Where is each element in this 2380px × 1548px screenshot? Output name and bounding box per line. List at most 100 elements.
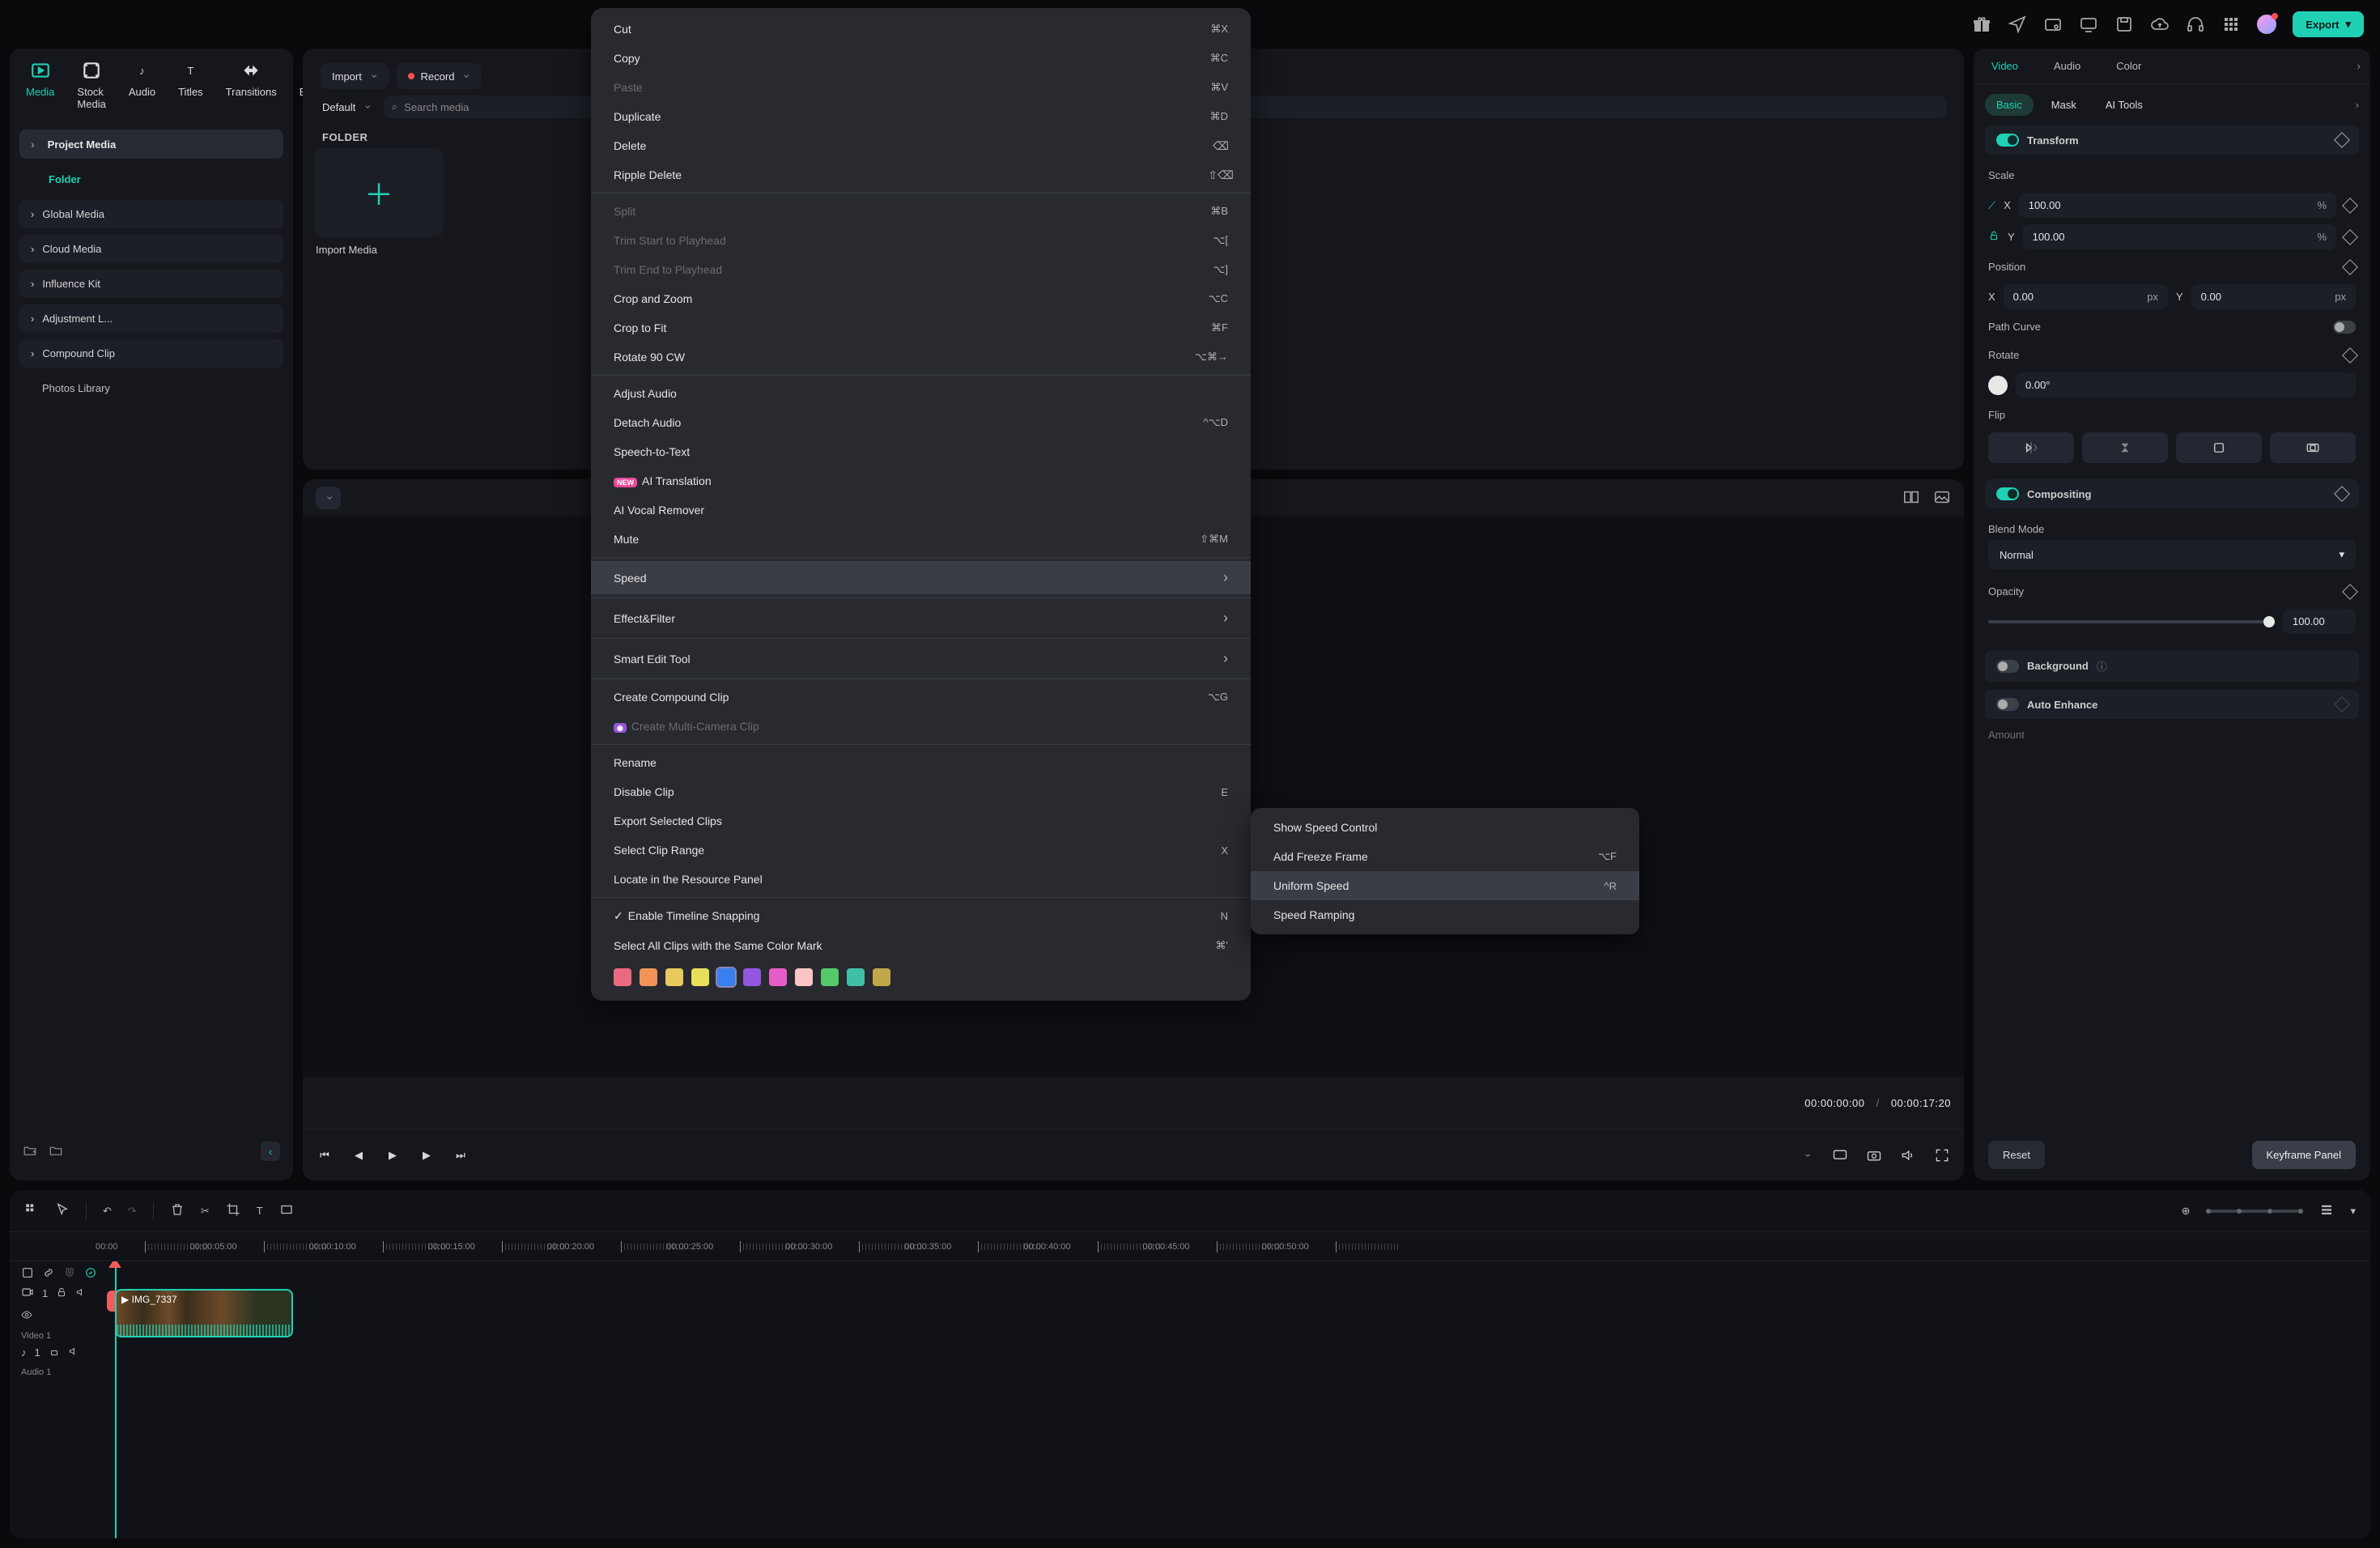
sidebar-folder[interactable]: Folder [19, 165, 283, 194]
position-keyframe[interactable] [2342, 259, 2358, 275]
sidebar-item-photos[interactable]: Photos Library [19, 374, 283, 402]
compare-icon[interactable] [1902, 488, 1920, 508]
scale-y-keyframe[interactable] [2342, 229, 2358, 245]
flip-square-button[interactable] [2176, 432, 2262, 463]
ctx-adjust-audio[interactable]: Adjust Audio [591, 379, 1251, 408]
video-clip[interactable]: ▶ IMG_7337 [115, 1289, 293, 1337]
section-transform[interactable]: Transform [1985, 125, 2359, 155]
section-compositing[interactable]: Compositing [1985, 479, 2359, 508]
ctx-ripple-delete[interactable]: Ripple Delete⇧⌫ [591, 160, 1251, 189]
frame-back-icon[interactable]: ◀ [350, 1146, 368, 1164]
redo-icon[interactable]: ↷ [128, 1205, 137, 1218]
swatch[interactable] [821, 968, 839, 986]
lock-scale-icon[interactable] [1988, 230, 2000, 244]
skip-back-icon[interactable]: ⏮ [316, 1146, 334, 1164]
timeline-menu-icon[interactable]: ▾ [2350, 1205, 2356, 1218]
undo-icon[interactable]: ↶ [103, 1205, 112, 1218]
fullscreen-icon[interactable] [1933, 1146, 1951, 1164]
speed-show-speed-control[interactable]: Show Speed Control [1251, 813, 1639, 842]
ctx-enable-timeline-snapping[interactable]: ✓Enable Timeline SnappingN [591, 901, 1251, 931]
transform-keyframe-icon[interactable] [2334, 132, 2350, 148]
flip-horizontal-button[interactable] [1988, 432, 2074, 463]
frame-fwd-icon[interactable]: ▶ [418, 1146, 436, 1164]
tab-transitions[interactable]: Transitions [226, 60, 277, 110]
apps-grid-icon[interactable] [2221, 15, 2241, 34]
opacity-field[interactable]: 100.00 [2283, 609, 2356, 634]
subtab-mask[interactable]: Mask [2040, 94, 2088, 116]
track-lock-icon[interactable] [56, 1286, 67, 1300]
ctx-crop-and-zoom[interactable]: Crop and Zoom⌥C [591, 284, 1251, 313]
flip-vertical-button[interactable] [2082, 432, 2168, 463]
sidebar-project-media[interactable]: Project Media [19, 130, 283, 159]
pathcurve-toggle[interactable] [2333, 321, 2356, 334]
folder-gear-icon[interactable] [2043, 15, 2063, 34]
flip-fit-button[interactable] [2270, 432, 2356, 463]
swatch[interactable] [795, 968, 813, 986]
speed-uniform-speed[interactable]: Uniform Speed^R [1251, 871, 1639, 900]
transform-toggle[interactable] [1996, 134, 2019, 147]
inspector-tab-color[interactable]: Color [2098, 49, 2159, 83]
magnet-icon[interactable] [63, 1266, 76, 1282]
info-icon[interactable]: ⓘ [2097, 658, 2107, 674]
record-dropdown[interactable]: Record [397, 63, 482, 89]
tool-pointer-icon[interactable] [55, 1202, 70, 1219]
rotate-knob[interactable] [1988, 376, 2008, 395]
list-view-icon[interactable] [2319, 1202, 2334, 1219]
inspector-tab-video[interactable]: Video [1974, 49, 2036, 83]
import-dropdown[interactable]: Import [321, 63, 389, 89]
ctx-copy[interactable]: Copy⌘C [591, 44, 1251, 73]
audio-mute-icon[interactable] [68, 1346, 79, 1359]
track-mute-icon[interactable] [75, 1286, 87, 1300]
inspector-tab-scroll-right[interactable]: › [2348, 60, 2370, 72]
swatch[interactable] [743, 968, 761, 986]
inspector-tab-audio[interactable]: Audio [2036, 49, 2098, 83]
headset-icon[interactable] [2186, 15, 2205, 34]
scale-x-keyframe[interactable] [2342, 198, 2358, 214]
tab-stock-media[interactable]: Stock Media [77, 60, 105, 110]
ctx-select-all-clips-with-the-same-color-mark[interactable]: Select All Clips with the Same Color Mar… [591, 931, 1251, 960]
cut-icon[interactable]: ✂ [201, 1205, 210, 1218]
ctx-disable-clip[interactable]: Disable ClipE [591, 777, 1251, 806]
swatch[interactable] [614, 968, 631, 986]
sidebar-item-influence[interactable]: ›Influence Kit [19, 270, 283, 298]
ctx-export-selected-clips[interactable]: Export Selected Clips [591, 806, 1251, 836]
display-icon[interactable] [1831, 1146, 1849, 1164]
folder-plus-icon[interactable] [49, 1143, 63, 1160]
swatch[interactable] [640, 968, 657, 986]
marker-a-icon[interactable] [21, 1266, 34, 1282]
ctx-ai-vocal-remover[interactable]: AI Vocal Remover [591, 495, 1251, 525]
opacity-keyframe[interactable] [2342, 584, 2358, 600]
play-icon[interactable]: ▶ [384, 1146, 402, 1164]
audio-lock-icon[interactable] [49, 1346, 60, 1359]
sidebar-item-compound[interactable]: ›Compound Clip [19, 339, 283, 368]
ctx-select-clip-range[interactable]: Select Clip RangeX [591, 836, 1251, 865]
swatch[interactable] [873, 968, 890, 986]
ctx-rotate-90-cw[interactable]: Rotate 90 CW⌥⌘→ [591, 342, 1251, 372]
compositing-toggle[interactable] [1996, 487, 2019, 500]
ctx-create-compound-clip[interactable]: Create Compound Clip⌥G [591, 683, 1251, 712]
avatar[interactable] [2257, 15, 2276, 34]
monitor-icon[interactable] [2079, 15, 2098, 34]
swatch[interactable] [769, 968, 787, 986]
ctx-locate-in-the-resource-panel[interactable]: Locate in the Resource Panel [591, 865, 1251, 894]
scale-x-field[interactable]: 100.00% [2019, 193, 2336, 218]
rotate-field[interactable]: 0.00° [2016, 372, 2356, 398]
keyframe-panel-button[interactable]: Keyframe Panel [2252, 1141, 2357, 1169]
subtab-scroll-right[interactable]: › [2356, 99, 2359, 111]
cloud-upload-icon[interactable] [2150, 15, 2170, 34]
ctx-ai-translation[interactable]: NEWAI Translation [591, 466, 1251, 495]
swatch[interactable] [665, 968, 683, 986]
audio-track-icon[interactable]: ♪ [21, 1346, 27, 1359]
link-scale-icon[interactable]: ⟋ [1988, 199, 1995, 212]
compositing-keyframe[interactable] [2334, 486, 2350, 502]
sidebar-item-global[interactable]: ›Global Media [19, 200, 283, 228]
ctx-detach-audio[interactable]: Detach Audio^⌥D [591, 408, 1251, 437]
export-button[interactable]: Export ▾ [2293, 11, 2364, 37]
delete-icon[interactable] [170, 1202, 185, 1219]
opacity-slider[interactable] [1988, 620, 2275, 623]
crop-icon[interactable] [226, 1202, 240, 1219]
send-icon[interactable] [2008, 15, 2027, 34]
sidebar-item-cloud[interactable]: ›Cloud Media [19, 235, 283, 263]
ctx-duplicate[interactable]: Duplicate⌘D [591, 102, 1251, 131]
tab-titles[interactable]: TTitles [178, 60, 203, 110]
